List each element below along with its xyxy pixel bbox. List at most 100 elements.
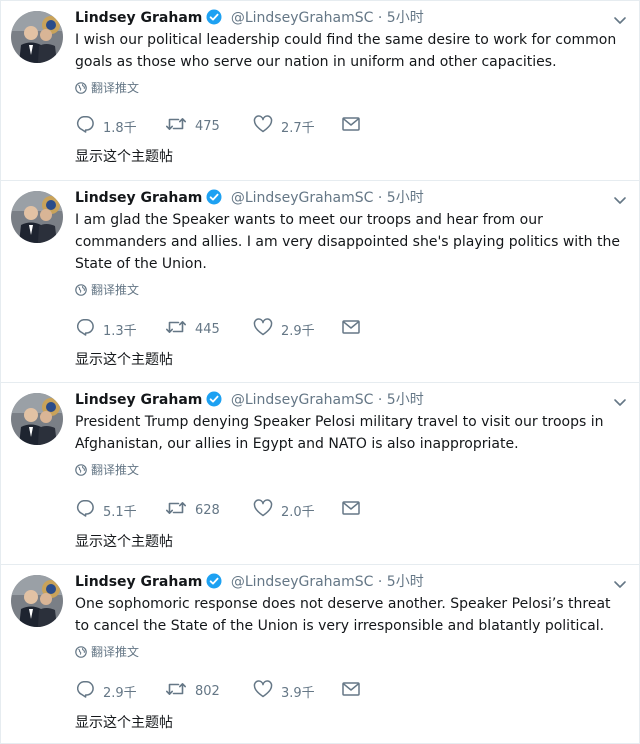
show-thread-link[interactable]: 显示这个主题帖 [75, 350, 173, 370]
author-name[interactable]: Lindsey Graham [75, 190, 202, 206]
author-name[interactable]: Lindsey Graham [75, 574, 202, 590]
reply-icon [75, 680, 103, 702]
show-thread-link[interactable]: 显示这个主题帖 [75, 532, 173, 552]
retweet-button[interactable]: 628 [165, 499, 253, 521]
author-name[interactable]: Lindsey Graham [75, 10, 202, 26]
header-separator: · [377, 392, 383, 408]
like-icon [253, 318, 281, 340]
author-handle[interactable]: @LindseyGrahamSC [231, 574, 374, 590]
chevron-down-icon[interactable] [613, 191, 627, 210]
tweet-actions: 1.3千 445 2.9千 [75, 318, 369, 340]
tweet-actions: 5.1千 628 2.0千 [75, 499, 369, 521]
tweet[interactable]: Lindsey Graham @LindseyGrahamSC · 5小时 I … [1, 181, 639, 383]
like-count: 3.9千 [281, 685, 315, 701]
direct-message-button[interactable] [341, 681, 369, 701]
like-button[interactable]: 2.7千 [253, 115, 341, 137]
retweet-icon [165, 499, 195, 521]
like-button[interactable]: 2.9千 [253, 318, 341, 340]
like-count: 2.0千 [281, 504, 315, 520]
tweet-actions: 2.9千 802 3.9千 [75, 680, 369, 702]
author-handle[interactable]: @LindseyGrahamSC [231, 392, 374, 408]
like-count: 2.7千 [281, 120, 315, 136]
globe-icon [75, 463, 91, 477]
translate-label: 翻译推文 [91, 645, 140, 659]
reply-button[interactable]: 1.8千 [75, 115, 165, 137]
header-separator: · [377, 574, 383, 590]
chevron-down-icon[interactable] [613, 575, 627, 594]
translate-tweet-link[interactable]: 翻译推文 [75, 461, 627, 479]
like-button[interactable]: 2.0千 [253, 499, 341, 521]
retweet-button[interactable]: 802 [165, 680, 253, 702]
retweet-count: 802 [195, 683, 220, 699]
direct-message-icon [341, 500, 369, 520]
retweet-icon [165, 115, 195, 137]
retweet-icon [165, 318, 195, 340]
tweet-header: Lindsey Graham @LindseyGrahamSC · 5小时 [75, 571, 627, 593]
avatar[interactable] [11, 575, 63, 627]
reply-icon [75, 318, 103, 340]
reply-count: 1.8千 [103, 120, 137, 136]
tweet-text: President Trump denying Speaker Pelosi m… [75, 414, 604, 452]
show-thread-link[interactable]: 显示这个主题帖 [75, 147, 173, 167]
globe-icon [75, 645, 91, 659]
translate-tweet-link[interactable]: 翻译推文 [75, 281, 627, 299]
globe-icon [75, 283, 91, 297]
tweet-actions: 1.8千 475 2.7千 [75, 115, 369, 137]
like-count: 2.9千 [281, 323, 315, 339]
tweet[interactable]: Lindsey Graham @LindseyGrahamSC · 5小时 Pr… [1, 383, 639, 565]
reply-button[interactable]: 2.9千 [75, 680, 165, 702]
translate-label: 翻译推文 [91, 283, 140, 297]
retweet-button[interactable]: 475 [165, 115, 253, 137]
translate-label: 翻译推文 [91, 463, 140, 477]
tweet-timestamp[interactable]: 5小时 [387, 10, 424, 26]
retweet-count: 445 [195, 321, 220, 337]
tweet-text: One sophomoric response does not deserve… [75, 596, 611, 634]
direct-message-icon [341, 116, 369, 136]
direct-message-button[interactable] [341, 500, 369, 520]
header-separator: · [377, 10, 383, 26]
tweet-header: Lindsey Graham @LindseyGrahamSC · 5小时 [75, 187, 627, 209]
tweet-timestamp[interactable]: 5小时 [387, 190, 424, 206]
tweet-timestamp[interactable]: 5小时 [387, 392, 424, 408]
reply-button[interactable]: 5.1千 [75, 499, 165, 521]
avatar[interactable] [11, 11, 63, 63]
like-icon [253, 680, 281, 702]
header-separator: · [377, 190, 383, 206]
tweet[interactable]: Lindsey Graham @LindseyGrahamSC · 5小时 I … [1, 1, 639, 181]
avatar[interactable] [11, 393, 63, 445]
reply-icon [75, 115, 103, 137]
author-name[interactable]: Lindsey Graham [75, 392, 202, 408]
direct-message-icon [341, 319, 369, 339]
tweet-content: Lindsey Graham @LindseyGrahamSC · 5小时 Pr… [75, 389, 627, 479]
chevron-down-icon[interactable] [613, 11, 627, 30]
like-icon [253, 115, 281, 137]
tweet-timestamp[interactable]: 5小时 [387, 574, 424, 590]
retweet-count: 475 [195, 118, 220, 134]
tweet-text: I wish our political leadership could fi… [75, 32, 617, 70]
direct-message-icon [341, 681, 369, 701]
retweet-button[interactable]: 445 [165, 318, 253, 340]
retweet-icon [165, 680, 195, 702]
direct-message-button[interactable] [341, 319, 369, 339]
show-thread-link[interactable]: 显示这个主题帖 [75, 713, 173, 733]
author-handle[interactable]: @LindseyGrahamSC [231, 190, 374, 206]
reply-button[interactable]: 1.3千 [75, 318, 165, 340]
reply-count: 1.3千 [103, 323, 137, 339]
author-handle[interactable]: @LindseyGrahamSC [231, 10, 374, 26]
chevron-down-icon[interactable] [613, 393, 627, 412]
like-button[interactable]: 3.9千 [253, 680, 341, 702]
translate-label: 翻译推文 [91, 81, 140, 95]
retweet-count: 628 [195, 502, 220, 518]
direct-message-button[interactable] [341, 116, 369, 136]
reply-icon [75, 499, 103, 521]
reply-count: 5.1千 [103, 504, 137, 520]
translate-tweet-link[interactable]: 翻译推文 [75, 79, 627, 97]
tweet[interactable]: Lindsey Graham @LindseyGrahamSC · 5小时 On… [1, 565, 639, 743]
timeline: Lindsey Graham @LindseyGrahamSC · 5小时 I … [0, 0, 640, 744]
globe-icon [75, 81, 91, 95]
tweet-text: I am glad the Speaker wants to meet our … [75, 212, 620, 272]
avatar[interactable] [11, 191, 63, 243]
translate-tweet-link[interactable]: 翻译推文 [75, 643, 627, 661]
tweet-content: Lindsey Graham @LindseyGrahamSC · 5小时 I … [75, 7, 627, 97]
tweet-header: Lindsey Graham @LindseyGrahamSC · 5小时 [75, 389, 627, 411]
